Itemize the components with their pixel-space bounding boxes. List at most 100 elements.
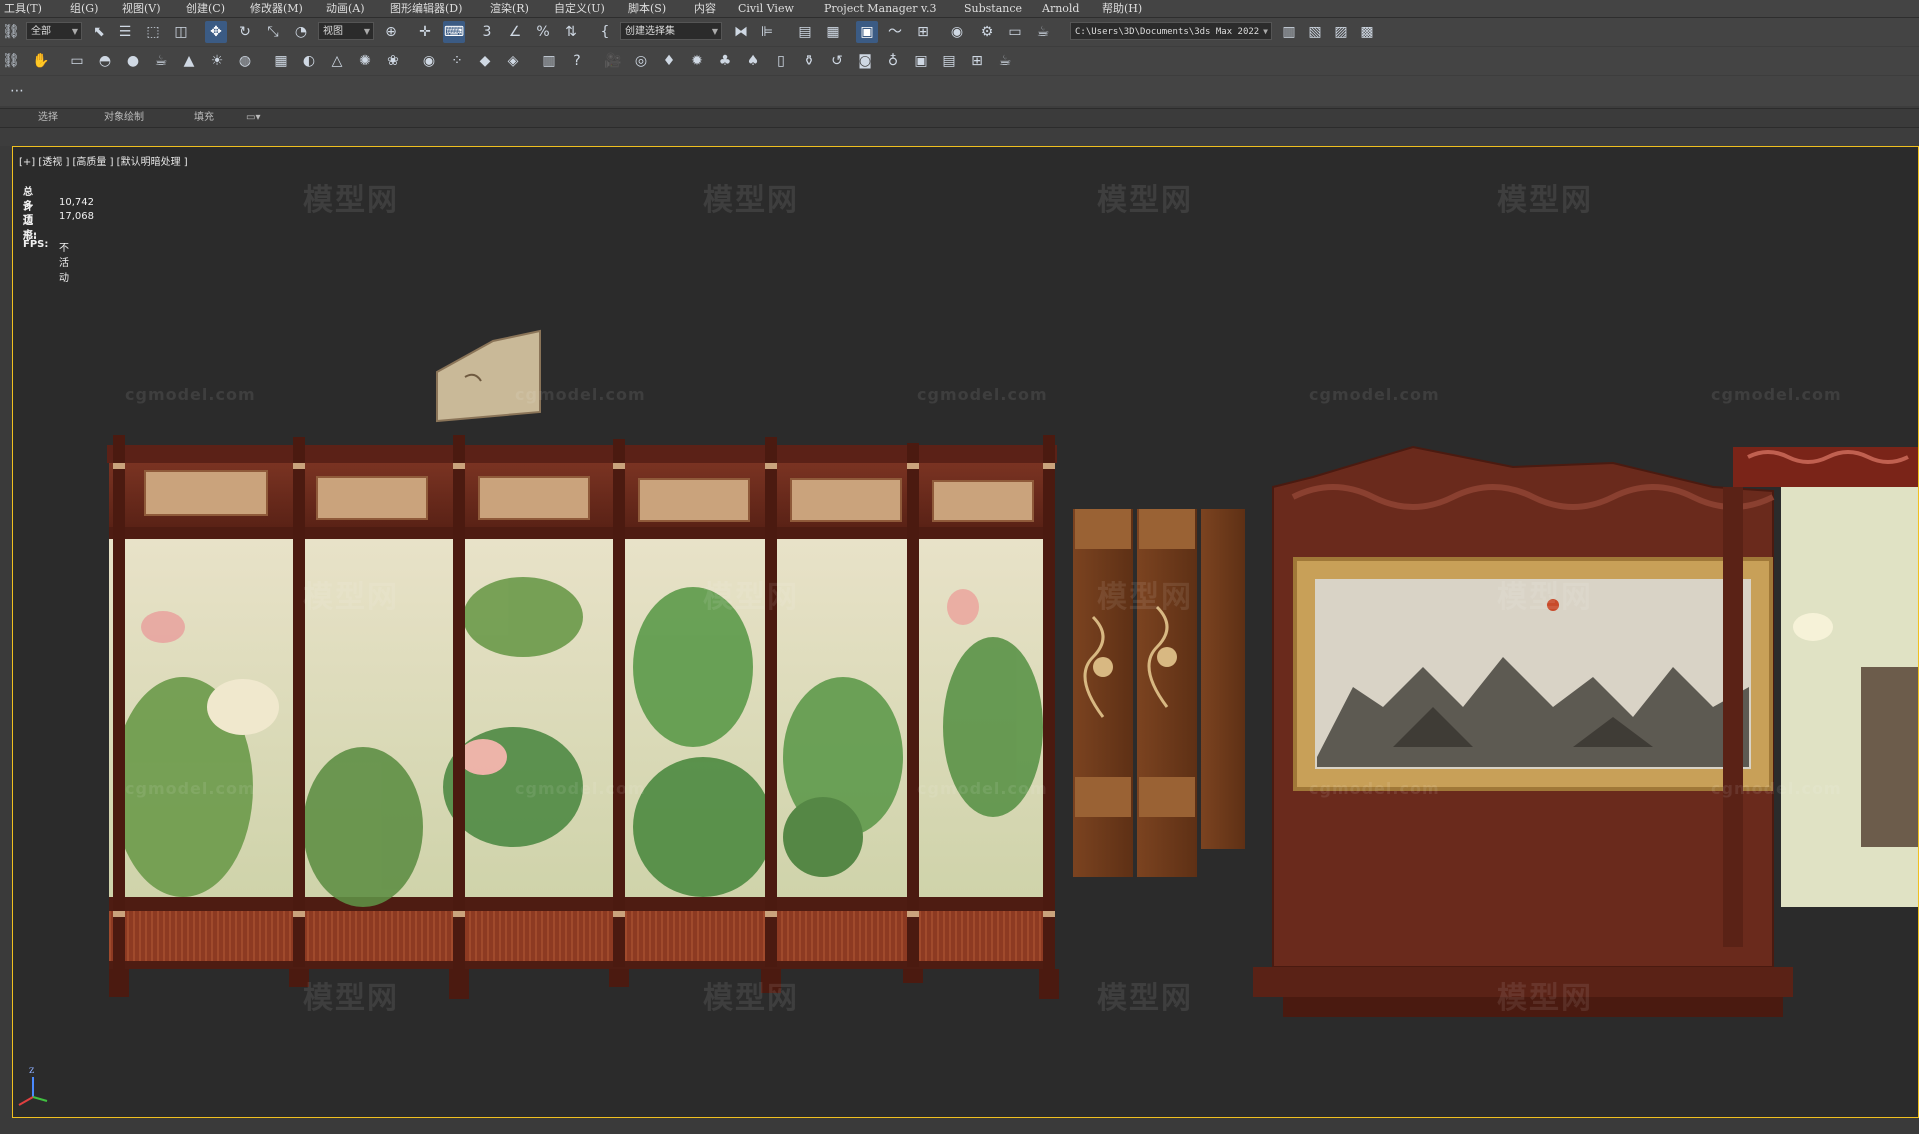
- plant-icon[interactable]: ❀: [382, 50, 404, 72]
- project-open-icon[interactable]: ▧: [1304, 21, 1326, 43]
- cone-icon[interactable]: ▲: [178, 50, 200, 72]
- pivot-center-icon[interactable]: ⊕: [380, 21, 402, 43]
- material-editor-icon[interactable]: ◉: [946, 21, 968, 43]
- curve-editor-icon[interactable]: 〜: [884, 21, 906, 43]
- camera-icon[interactable]: ◎: [630, 50, 652, 72]
- render-icon[interactable]: ◙: [854, 50, 876, 72]
- box-icon[interactable]: ▭: [66, 50, 88, 72]
- object-properties-icon[interactable]: ▥: [538, 50, 560, 72]
- keyboard-shortcut-icon[interactable]: ⌨: [443, 21, 465, 43]
- particles-icon[interactable]: ✺: [354, 50, 376, 72]
- menu-arnold[interactable]: Arnold: [1042, 1, 1079, 16]
- angle-snap-icon[interactable]: ∠: [504, 21, 526, 43]
- bottle-icon[interactable]: ⚱: [798, 50, 820, 72]
- camera-target-icon[interactable]: △: [326, 50, 348, 72]
- rotate-icon[interactable]: ↻: [234, 21, 256, 43]
- project-path-dropdown[interactable]: C:\Users\3D\Documents\3ds Max 2022 ▼: [1070, 22, 1272, 40]
- reference-coordinate-dropdown[interactable]: 视图 ▼: [318, 22, 374, 40]
- forest-icon[interactable]: ♣: [714, 50, 736, 72]
- edit-named-selection-icon[interactable]: {: [594, 21, 616, 43]
- ribbon-tabs: 选择 对象绘制 填充 ▭▾: [0, 108, 1919, 128]
- placement-icon[interactable]: ◔: [290, 21, 312, 43]
- menu-group[interactable]: 组(G): [70, 1, 98, 16]
- texture-icon[interactable]: ◈: [502, 50, 524, 72]
- menu-project-manager[interactable]: Project Manager v.3: [824, 1, 936, 16]
- sphere-icon[interactable]: ●: [122, 50, 144, 72]
- select-by-name-icon[interactable]: ☰: [114, 21, 136, 43]
- menu-help[interactable]: 帮助(H): [1102, 1, 1142, 16]
- dots-icon[interactable]: ⁘: [446, 50, 468, 72]
- mirror-icon[interactable]: ⧓: [730, 21, 752, 43]
- project-settings-icon[interactable]: ▩: [1356, 21, 1378, 43]
- menu-content[interactable]: 内容: [694, 1, 716, 16]
- geosphere-icon[interactable]: ◍: [234, 50, 256, 72]
- ribbon-toggle-icon[interactable]: ▣: [856, 21, 878, 43]
- slate-icon[interactable]: ▤: [938, 50, 960, 72]
- sun-icon[interactable]: ☀: [206, 50, 228, 72]
- table-screen: [1253, 445, 1793, 1017]
- menu-create[interactable]: 创建(C): [186, 1, 225, 16]
- spotlight-icon[interactable]: ♦: [658, 50, 680, 72]
- crosshair-icon[interactable]: ⊞: [966, 50, 988, 72]
- selection-filter-dropdown[interactable]: 全部 ▼: [26, 22, 82, 40]
- align-icon[interactable]: ⊫: [756, 21, 778, 43]
- window-crossing-icon[interactable]: ◫: [170, 21, 192, 43]
- substance-icon[interactable]: ◆: [474, 50, 496, 72]
- tab-object-paint[interactable]: 对象绘制: [104, 111, 144, 125]
- menu-rendering[interactable]: 渲染(R): [490, 1, 529, 16]
- tab-selection[interactable]: 选择: [38, 111, 58, 125]
- hand-icon[interactable]: ✋: [30, 50, 52, 72]
- tree-icon[interactable]: ♠: [742, 50, 764, 72]
- move-icon[interactable]: ✥: [205, 21, 227, 43]
- material-ball-icon[interactable]: ◉: [418, 50, 440, 72]
- rectangular-selection-icon[interactable]: ⬚: [142, 21, 164, 43]
- carved-folding-screen: [1073, 509, 1245, 877]
- video-camera-icon[interactable]: 🎥: [602, 50, 624, 72]
- link-icon[interactable]: ⛓: [0, 21, 22, 43]
- menu-modifiers[interactable]: 修改器(M): [250, 1, 303, 16]
- snap-toggle-icon[interactable]: 3: [476, 21, 498, 43]
- link-icon[interactable]: ⛓: [0, 50, 22, 72]
- ribbon-options-icon[interactable]: ▭▾: [246, 111, 260, 125]
- schematic-view-icon[interactable]: ⊞: [912, 21, 934, 43]
- percent-snap-icon[interactable]: %: [532, 21, 554, 43]
- named-selection-dropdown[interactable]: 创建选择集 ▼: [620, 22, 722, 40]
- cycle-icon[interactable]: ↺: [826, 50, 848, 72]
- select-object-icon[interactable]: ⬉: [88, 21, 110, 43]
- book-icon[interactable]: ▯: [770, 50, 792, 72]
- render-setup-icon[interactable]: ⚙: [976, 21, 998, 43]
- light-icon[interactable]: ◐: [298, 50, 320, 72]
- menu-tools[interactable]: 工具(T): [4, 1, 42, 16]
- menu-substance[interactable]: Substance: [964, 1, 1022, 16]
- project-save-icon[interactable]: ▨: [1330, 21, 1352, 43]
- panel-icon[interactable]: ▣: [910, 50, 932, 72]
- scene-explorer-icon[interactable]: ▤: [794, 21, 816, 43]
- spinner-snap-icon[interactable]: ⇅: [560, 21, 582, 43]
- teapot-icon[interactable]: ☕: [150, 50, 172, 72]
- menu-customize[interactable]: 自定义(U): [554, 1, 605, 16]
- dome-icon[interactable]: ◓: [94, 50, 116, 72]
- help-icon[interactable]: ?: [566, 50, 588, 72]
- render-production-icon[interactable]: ☕: [1032, 21, 1054, 43]
- scale-icon[interactable]: ⤡: [262, 21, 284, 43]
- select-manipulate-icon[interactable]: ✛: [414, 21, 436, 43]
- teapot-render-icon[interactable]: ☕: [994, 50, 1016, 72]
- project-folder-icon[interactable]: ▥: [1278, 21, 1300, 43]
- rendered-frame-window-icon[interactable]: ▭: [1004, 21, 1026, 43]
- chevron-down-icon: ▼: [1263, 27, 1268, 36]
- menu-animation[interactable]: 动画(A): [326, 1, 365, 16]
- layer-explorer-icon[interactable]: ▦: [822, 21, 844, 43]
- menu-view[interactable]: 视图(V): [122, 1, 161, 16]
- more-options-icon[interactable]: ⋯: [6, 80, 28, 102]
- tab-populate[interactable]: 填充: [194, 111, 214, 125]
- menu-civil-view[interactable]: Civil View: [738, 1, 794, 16]
- omni-light-icon[interactable]: ✹: [686, 50, 708, 72]
- bulb-icon[interactable]: ♁: [882, 50, 904, 72]
- viewport-label[interactable]: [+] [透视 ] [高质量 ] [默认明暗处理 ]: [19, 153, 188, 168]
- axis-z-label: z: [29, 1065, 34, 1076]
- menu-scripting[interactable]: 脚本(S): [628, 1, 666, 16]
- selection-filter-value: 全部: [31, 26, 51, 37]
- perspective-viewport[interactable]: z 模型网 模型网 模型网 模型网 cgmodel.com cgmodel.co…: [12, 146, 1919, 1118]
- menu-graph-editors[interactable]: 图形编辑器(D): [390, 1, 462, 16]
- grid-icon[interactable]: ▦: [270, 50, 292, 72]
